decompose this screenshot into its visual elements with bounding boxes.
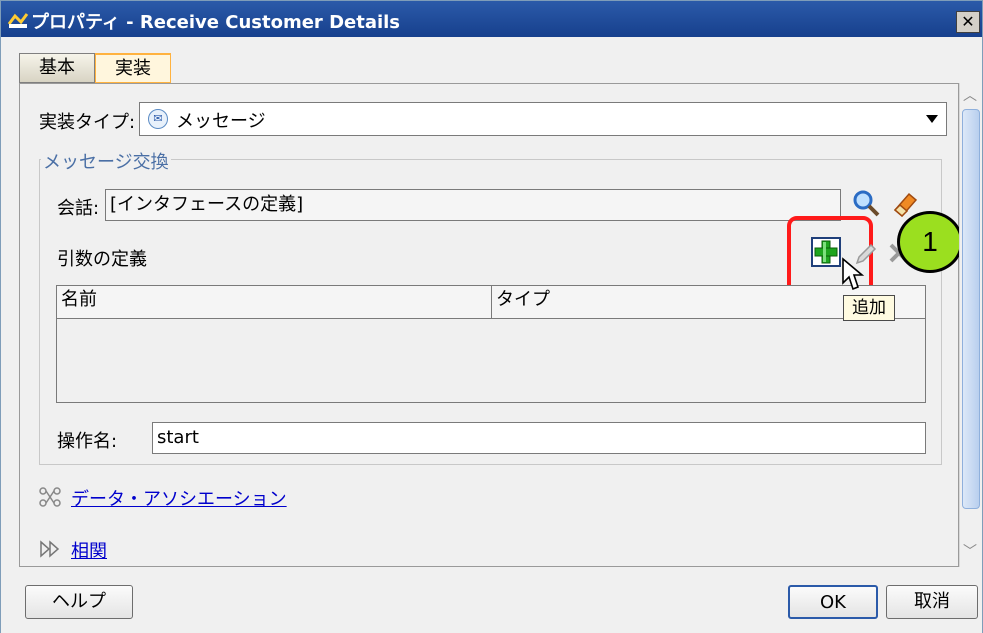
column-header-name[interactable]: 名前: [57, 286, 492, 318]
data-association-link[interactable]: データ・アソシエーション: [71, 485, 287, 511]
operation-label: 操作名:: [57, 431, 118, 452]
arguments-label: 引数の定義: [57, 249, 147, 270]
data-association-icon: [39, 487, 61, 507]
vertical-scrollbar[interactable]: ︿ ﹀: [959, 83, 981, 567]
dropdown-arrow-icon[interactable]: [926, 115, 938, 123]
cancel-button[interactable]: 取消: [886, 585, 978, 619]
ok-button[interactable]: OK: [788, 585, 878, 619]
plus-icon: [814, 240, 838, 264]
table-header-row: 名前 タイプ: [57, 286, 925, 319]
impl-type-value: メッセージ: [176, 111, 266, 132]
add-tooltip: 追加: [843, 295, 895, 321]
help-button[interactable]: ヘルプ: [25, 585, 133, 619]
add-argument-button[interactable]: [811, 237, 841, 267]
conversation-field[interactable]: [インタフェースの定義]: [105, 189, 841, 221]
operation-name-field[interactable]: start: [152, 422, 926, 454]
tab-basic[interactable]: 基本: [19, 53, 95, 83]
scroll-thumb[interactable]: [962, 109, 980, 509]
arguments-table[interactable]: 名前 タイプ: [56, 285, 926, 403]
tab-implementation[interactable]: 実装: [95, 53, 171, 83]
impl-type-select[interactable]: ✉ メッセージ: [139, 102, 947, 136]
process-icon: [7, 13, 29, 28]
mouse-pointer-icon: [842, 257, 865, 291]
correlation-link[interactable]: 相関: [71, 537, 107, 563]
expand-icon[interactable]: [39, 540, 63, 558]
message-exchange-legend: メッセージ交換: [41, 148, 171, 174]
scroll-down-icon[interactable]: ﹀: [963, 541, 977, 561]
impl-type-label: 実装タイプ:: [39, 112, 136, 133]
title-bar[interactable]: プロパティ - Receive Customer Details ✕: [1, 1, 982, 37]
scroll-up-icon[interactable]: ︿: [963, 85, 977, 105]
window-title: プロパティ - Receive Customer Details: [31, 12, 401, 33]
step-number-badge: 1: [897, 211, 963, 273]
conversation-label: 会話:: [57, 198, 100, 219]
envelope-icon: ✉: [148, 109, 168, 129]
search-icon[interactable]: [851, 188, 881, 218]
properties-dialog: プロパティ - Receive Customer Details ✕ 基本 実装…: [0, 0, 983, 633]
close-button[interactable]: ✕: [956, 11, 980, 33]
